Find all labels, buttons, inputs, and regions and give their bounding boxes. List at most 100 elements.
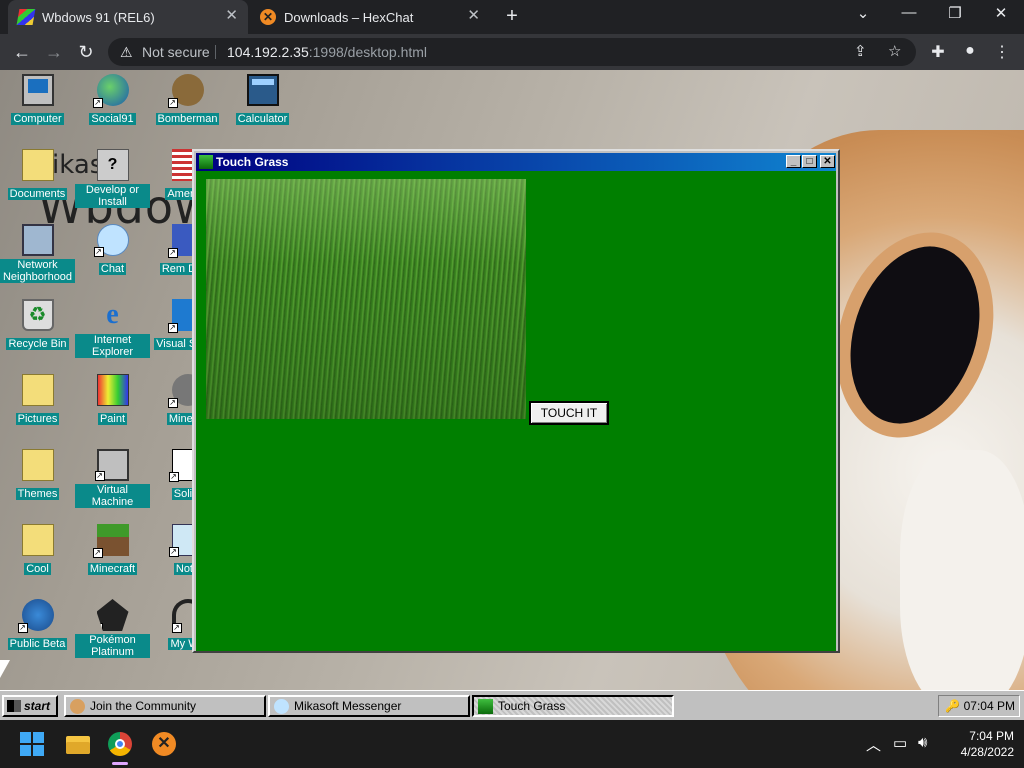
- restore-icon[interactable]: ❐: [940, 4, 970, 22]
- tab-title: Wbdows 91 (REL6): [42, 9, 155, 25]
- mouse-cursor-icon: [0, 660, 10, 678]
- desktop-icon-social91[interactable]: ↗ Social91: [75, 72, 150, 127]
- desktop-icon-virtual-machine[interactable]: ↗ Virtual Machine: [75, 447, 150, 510]
- url-text: 104.192.2.35:1998/desktop.html: [227, 38, 427, 66]
- desktop-icon-minecraft[interactable]: ↗ Minecraft: [75, 522, 150, 577]
- internet-explorer-icon: e: [106, 299, 119, 330]
- virtual-machine-icon: ↗: [94, 449, 129, 481]
- close-icon[interactable]: ✕: [986, 4, 1016, 22]
- desktop-icon-chat[interactable]: ↗ Chat: [75, 222, 150, 277]
- task-label: Mikasoft Messenger: [294, 699, 402, 713]
- new-tab-button[interactable]: +: [500, 5, 524, 28]
- windows-taskbar: ✕ ︿ ▭ 🔊︎ 7:04 PM 4/28/2022: [0, 720, 1024, 768]
- reload-icon[interactable]: ↻: [74, 40, 98, 64]
- tab-close-icon[interactable]: ✕: [225, 8, 238, 24]
- computer-icon: [21, 74, 54, 106]
- tab-wbdows91[interactable]: Wbdows 91 (REL6) ✕: [8, 0, 248, 34]
- tab-close-icon[interactable]: ✕: [467, 8, 480, 24]
- desktop-icon-recycle-bin[interactable]: ♻ Recycle Bin: [0, 297, 75, 352]
- icon-label: Cool: [24, 563, 51, 575]
- desktop-icon-themes[interactable]: Themes: [0, 447, 75, 502]
- address-bar[interactable]: ⚠ Not secure 104.192.2.35:1998/desktop.h…: [108, 38, 916, 66]
- chrome-icon[interactable]: [108, 732, 132, 756]
- wbdows-taskbar: start Join the Community Mikasoft Messen…: [0, 690, 1024, 720]
- clock-date: 4/28/2022: [960, 745, 1014, 759]
- start-logo-icon: [7, 700, 21, 712]
- recycle-bin-icon: ♻: [21, 299, 54, 331]
- system-clock[interactable]: 7:04 PM 4/28/2022: [948, 728, 1014, 760]
- desktop-icon-public-beta[interactable]: ↗ Public Beta: [0, 597, 75, 652]
- folder-icon: [21, 449, 54, 481]
- desktop-icon-documents[interactable]: Documents: [0, 147, 75, 202]
- tray-clock: 07:04 PM: [963, 699, 1015, 713]
- network-icon: [21, 224, 54, 256]
- public-beta-icon: ↗: [17, 599, 54, 633]
- task-label: Touch Grass: [498, 699, 566, 713]
- url-path: :1998/desktop.html: [308, 44, 428, 60]
- tab-search-icon[interactable]: ⌄: [848, 4, 878, 22]
- pokemon-icon: ↗: [96, 599, 129, 631]
- file-explorer-icon[interactable]: [66, 732, 90, 756]
- windows-logo-icon: [16, 9, 36, 25]
- icon-label: Computer: [11, 113, 64, 125]
- desktop-icon-computer[interactable]: Computer: [0, 72, 75, 127]
- icon-label: Social91: [89, 113, 136, 125]
- tab-title: Downloads – HexChat: [284, 9, 414, 25]
- desktop-icon-network[interactable]: Network Neighborhood: [0, 222, 75, 285]
- icon-label: Chat: [98, 263, 127, 275]
- extensions-icon[interactable]: ✚: [928, 42, 948, 62]
- browser-toolbar: ← → ↻ ⚠ Not secure 104.192.2.35:1998/des…: [0, 34, 1024, 70]
- icon-label: Internet Explorer: [75, 334, 150, 358]
- desktop-icon-paint[interactable]: Paint: [75, 372, 150, 427]
- documents-folder-icon: [21, 149, 54, 181]
- desktop-icon-pictures[interactable]: Pictures: [0, 372, 75, 427]
- icon-label: Develop or Install: [75, 184, 150, 208]
- taskbar-item-touch-grass[interactable]: Touch Grass: [472, 695, 674, 717]
- minimize-icon[interactable]: —: [894, 4, 924, 21]
- start-button[interactable]: start: [2, 695, 58, 717]
- hexchat-icon[interactable]: ✕: [152, 732, 176, 756]
- desktop-icon-calculator[interactable]: Calculator: [225, 72, 300, 127]
- window-content: TOUCH IT: [196, 171, 836, 651]
- window-minimize-button[interactable]: _: [786, 155, 801, 168]
- globe-icon: ↗: [92, 74, 129, 108]
- tab-hexchat[interactable]: ✕ Downloads – HexChat ✕: [250, 0, 490, 34]
- minecraft-icon: ↗: [92, 524, 129, 558]
- taskbar-item-mikasoft-messenger[interactable]: Mikasoft Messenger: [268, 695, 470, 717]
- taskbar-item-join-community[interactable]: Join the Community: [64, 695, 266, 717]
- url-host: 104.192.2.35: [227, 44, 309, 60]
- icon-label: Bomberman: [155, 113, 220, 125]
- chevron-up-icon[interactable]: ︿: [866, 734, 881, 755]
- active-app-indicator: [112, 762, 128, 765]
- divider: [215, 45, 216, 59]
- menu-icon[interactable]: ⋮: [992, 42, 1012, 62]
- people-icon: [70, 699, 85, 714]
- wallpaper-cat-chest: [900, 450, 1024, 710]
- desktop-icon-cool[interactable]: Cool: [0, 522, 75, 577]
- folder-icon: [21, 524, 54, 556]
- touch-it-button[interactable]: TOUCH IT: [529, 401, 609, 425]
- window-close-button[interactable]: ✕: [820, 155, 835, 168]
- warning-icon: ⚠: [120, 44, 133, 60]
- forward-icon[interactable]: →: [42, 40, 66, 64]
- desktop-icon-internet-explorer[interactable]: e Internet Explorer: [75, 297, 150, 360]
- icon-label: Virtual Machine: [75, 484, 150, 508]
- grass-icon: [478, 699, 493, 714]
- touch-grass-window: Touch Grass _ □ ✕ TOUCH IT: [192, 149, 840, 653]
- desktop-icon-develop[interactable]: ? Develop or Install: [75, 147, 150, 210]
- back-icon[interactable]: ←: [10, 40, 34, 64]
- windows-start-icon[interactable]: [20, 732, 44, 756]
- volume-icon[interactable]: 🔊︎: [918, 734, 927, 751]
- network-status-icon[interactable]: ▭: [893, 734, 907, 752]
- key-icon: 🔑: [945, 699, 960, 713]
- window-maximize-button[interactable]: □: [802, 155, 817, 168]
- desktop-icon-pokemon[interactable]: ↗ Pokémon Platinum: [75, 597, 150, 660]
- share-icon[interactable]: ⇪: [854, 38, 867, 66]
- grass-image: [206, 179, 526, 419]
- icon-label: Network Neighborhood: [0, 259, 75, 283]
- profile-icon[interactable]: ●: [960, 42, 980, 60]
- icon-label: Pokémon Platinum: [75, 634, 150, 658]
- window-title-bar[interactable]: Touch Grass _ □ ✕: [196, 153, 836, 171]
- desktop-icon-bomberman[interactable]: ↗ Bomberman: [150, 72, 225, 127]
- bookmark-star-icon[interactable]: ☆: [888, 38, 901, 66]
